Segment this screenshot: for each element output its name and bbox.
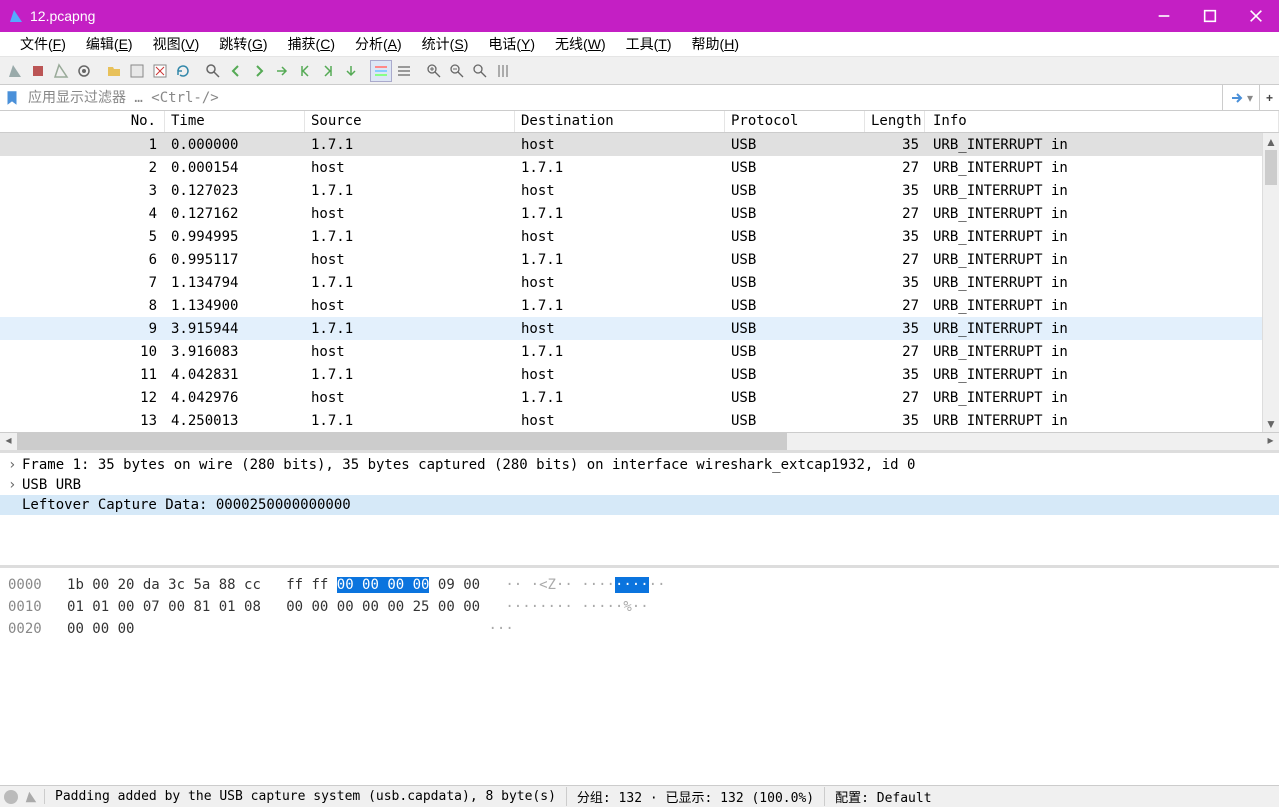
expert-info-icon[interactable]	[4, 790, 18, 804]
packet-list-header[interactable]: No. Time Source Destination Protocol Len…	[0, 111, 1279, 133]
detail-frame[interactable]: ›Frame 1: 35 bytes on wire (280 bits), 3…	[0, 455, 1279, 475]
resize-columns-button[interactable]	[492, 60, 514, 82]
col-header-destination[interactable]: Destination	[515, 111, 725, 132]
packet-row[interactable]: 93.9159441.7.1hostUSB35URB_INTERRUPT in	[0, 317, 1279, 340]
packet-details-pane[interactable]: ›Frame 1: 35 bytes on wire (280 bits), 3…	[0, 453, 1279, 568]
packet-list-pane: No. Time Source Destination Protocol Len…	[0, 111, 1279, 453]
auto-resize-columns-button[interactable]	[393, 60, 415, 82]
go-to-packet-button[interactable]	[271, 60, 293, 82]
add-filter-button[interactable]: +	[1259, 85, 1279, 110]
display-filter-input[interactable]	[24, 88, 1222, 108]
hex-row-2[interactable]: 0020 00 00 00 ···	[8, 618, 1271, 640]
packet-list-body[interactable]: 10.0000001.7.1hostUSB35URB_INTERRUPT in2…	[0, 133, 1279, 432]
detail-leftover-data[interactable]: Leftover Capture Data: 0000250000000000	[0, 495, 1279, 515]
menu-无线w[interactable]: 无线(W)	[545, 31, 616, 57]
go-forward-button[interactable]	[248, 60, 270, 82]
packet-row[interactable]: 30.1270231.7.1hostUSB35URB_INTERRUPT in	[0, 179, 1279, 202]
menu-视图v[interactable]: 视图(V)	[143, 31, 210, 57]
minimize-button[interactable]	[1141, 0, 1187, 32]
display-filter-bar: ▾ +	[0, 85, 1279, 111]
packet-row[interactable]: 71.1347941.7.1hostUSB35URB_INTERRUPT in	[0, 271, 1279, 294]
close-file-button[interactable]	[149, 60, 171, 82]
menu-跳转g[interactable]: 跳转(G)	[209, 31, 277, 57]
restart-capture-button[interactable]	[50, 60, 72, 82]
packet-list-vscrollbar[interactable]: ▲▼	[1262, 133, 1279, 432]
menu-分析a[interactable]: 分析(A)	[345, 31, 412, 57]
packet-row[interactable]: 134.2500131.7.1hostUSB35URB INTERRUPT in	[0, 409, 1279, 432]
menu-统计s[interactable]: 统计(S)	[412, 31, 479, 57]
packet-row[interactable]: 10.0000001.7.1hostUSB35URB_INTERRUPT in	[0, 133, 1279, 156]
app-icon	[8, 8, 24, 24]
maximize-button[interactable]	[1187, 0, 1233, 32]
status-hint: Padding added by the USB capture system …	[44, 789, 566, 804]
menu-编辑e[interactable]: 编辑(E)	[76, 31, 143, 57]
open-file-button[interactable]	[103, 60, 125, 82]
auto-scroll-button[interactable]	[340, 60, 362, 82]
filter-bookmark-icon[interactable]	[3, 89, 21, 107]
col-header-protocol[interactable]: Protocol	[725, 111, 865, 132]
reload-button[interactable]	[172, 60, 194, 82]
menubar: 文件(F)编辑(E)视图(V)跳转(G)捕获(C)分析(A)统计(S)电话(Y)…	[0, 32, 1279, 57]
status-packet-count: 分组: 132 · 已显示: 132 (100.0%)	[566, 787, 824, 806]
packet-row[interactable]: 81.134900host1.7.1USB27URB_INTERRUPT in	[0, 294, 1279, 317]
menu-捕获c[interactable]: 捕获(C)	[278, 31, 345, 57]
packet-row[interactable]: 60.995117host1.7.1USB27URB_INTERRUPT in	[0, 248, 1279, 271]
packet-row[interactable]: 40.127162host1.7.1USB27URB_INTERRUPT in	[0, 202, 1279, 225]
packet-list-hscrollbar[interactable]: ◂ ▸	[0, 432, 1279, 450]
detail-usb-urb[interactable]: ›USB URB	[0, 475, 1279, 495]
status-profile[interactable]: 配置: Default	[824, 787, 941, 806]
zoom-in-button[interactable]	[423, 60, 445, 82]
window-title: 12.pcapng	[30, 8, 1141, 24]
stop-capture-button[interactable]	[27, 60, 49, 82]
packet-row[interactable]: 20.000154host1.7.1USB27URB_INTERRUPT in	[0, 156, 1279, 179]
zoom-out-button[interactable]	[446, 60, 468, 82]
col-header-no[interactable]: No.	[0, 111, 165, 132]
col-header-info[interactable]: Info	[925, 111, 1279, 132]
col-header-length[interactable]: Length	[865, 111, 925, 132]
col-header-source[interactable]: Source	[305, 111, 515, 132]
start-capture-button[interactable]	[4, 60, 26, 82]
close-button[interactable]	[1233, 0, 1279, 32]
menu-文件f[interactable]: 文件(F)	[10, 31, 76, 57]
hex-row-1[interactable]: 0010 01 01 00 07 00 81 01 08 00 00 00 00…	[8, 596, 1271, 618]
zoom-reset-button[interactable]	[469, 60, 491, 82]
packet-bytes-pane[interactable]: 0000 1b 00 20 da 3c 5a 88 cc ff ff 00 00…	[0, 568, 1279, 785]
packet-row[interactable]: 114.0428311.7.1hostUSB35URB_INTERRUPT in	[0, 363, 1279, 386]
menu-帮助h[interactable]: 帮助(H)	[682, 31, 749, 57]
capture-options-button[interactable]	[73, 60, 95, 82]
save-file-button[interactable]	[126, 60, 148, 82]
packet-row[interactable]: 124.042976host1.7.1USB27URB_INTERRUPT in	[0, 386, 1279, 409]
colorize-button[interactable]	[370, 60, 392, 82]
statusbar: Padding added by the USB capture system …	[0, 785, 1279, 807]
filter-apply-button[interactable]: ▾	[1222, 85, 1259, 110]
menu-工具t[interactable]: 工具(T)	[616, 31, 682, 57]
go-back-button[interactable]	[225, 60, 247, 82]
window-titlebar: 12.pcapng	[0, 0, 1279, 32]
find-packet-button[interactable]	[202, 60, 224, 82]
main-toolbar	[0, 57, 1279, 85]
go-last-button[interactable]	[317, 60, 339, 82]
packet-row[interactable]: 50.9949951.7.1hostUSB35URB_INTERRUPT in	[0, 225, 1279, 248]
menu-电话y[interactable]: 电话(Y)	[478, 31, 545, 57]
hex-row-0[interactable]: 0000 1b 00 20 da 3c 5a 88 cc ff ff 00 00…	[8, 574, 1271, 596]
packet-row[interactable]: 103.916083host1.7.1USB27URB_INTERRUPT in	[0, 340, 1279, 363]
capture-file-icon	[24, 790, 38, 804]
go-first-button[interactable]	[294, 60, 316, 82]
col-header-time[interactable]: Time	[165, 111, 305, 132]
